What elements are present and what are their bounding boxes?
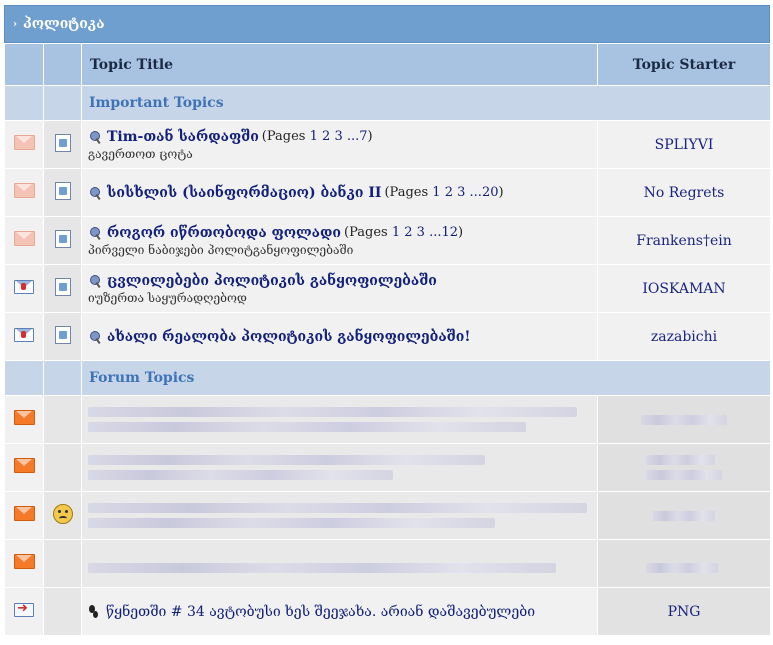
blurred-starter-cell [597, 491, 771, 540]
topic-pages: (Pages 1 2 3 ...20) [384, 185, 504, 200]
table-row [4, 491, 771, 540]
blurred-starter-cell [597, 443, 771, 492]
topic-cell: ცვლილებები პოლიტიკის განყოფილებაში იუზერ… [81, 264, 598, 313]
topic-starter-link[interactable]: SPLIYVI [597, 120, 771, 169]
topic-cell: ახალი რეალობა პოლიტიკის განყოფილებაში! [81, 312, 598, 361]
envelope-read-icon [13, 135, 35, 150]
page-link[interactable]: ...20 [470, 185, 499, 200]
forum-title: პოლიტიკა [23, 16, 105, 32]
topic-title-link[interactable]: სისხლის (საინფორმაციო) ბანკი II [107, 185, 381, 201]
table-header-row: Topic Title Topic Starter [4, 43, 771, 86]
topic-doc-icon [54, 325, 71, 344]
topic-cell: წყნეთში # 34 ავტობუსი ხეს შეეჯახა. არიან… [81, 587, 598, 636]
table-row: წყნეთში # 34 ავტობუსი ხეს შეეჯახა. არიან… [4, 587, 771, 636]
table-row [4, 443, 771, 492]
table-row: როგორ იწრთობოდა ფოლადი (Pages 1 2 3 ...1… [4, 216, 771, 265]
envelope-new-icon [13, 410, 35, 425]
topic-title-link[interactable]: ცვლილებები პოლიტიკის განყოფილებაში [107, 273, 437, 289]
topic-cell: სისხლის (საინფორმაციო) ბანკი II (Pages 1… [81, 168, 598, 217]
pin-icon [88, 130, 102, 144]
topic-starter-header[interactable]: Topic Starter [597, 43, 771, 86]
envelope-locked-icon [14, 279, 34, 294]
page-link[interactable]: 2 [322, 129, 330, 144]
blurred-topic-cell [81, 395, 598, 444]
table-row [4, 395, 771, 444]
envelope-locked-icon [14, 327, 34, 342]
topic-title-link[interactable]: წყნეთში # 34 ავტობუსი ხეს შეეჯახა. არიან… [106, 604, 535, 620]
blurred-starter-cell [597, 539, 771, 588]
angry-face-icon [52, 503, 73, 524]
icon-col-header [43, 43, 82, 86]
table-row: ცვლილებები პოლიტიკის განყოფილებაში იუზერ… [4, 264, 771, 313]
topic-title-link[interactable]: ახალი რეალობა პოლიტიკის განყოფილებაში! [107, 329, 470, 345]
page-link[interactable]: 3 [417, 225, 425, 240]
envelope-new-icon [13, 458, 35, 473]
topic-pages: (Pages 1 2 3 ...7) [261, 129, 373, 144]
moved-topic-icon [14, 601, 34, 617]
topic-doc-icon [54, 229, 71, 248]
topic-starter-link[interactable]: zazabichi [597, 312, 771, 361]
table-row: სისხლის (საინფორმაციო) ბანკი II (Pages 1… [4, 168, 771, 217]
topic-description: იუზერთა საყურადღებოდ [88, 290, 247, 305]
envelope-new-icon [13, 554, 35, 569]
page-link[interactable]: 3 [334, 129, 342, 144]
table-row [4, 539, 771, 588]
pin-icon [88, 274, 102, 288]
topic-description: პირველი ნაბიჯები პოლიტგანყოფილებაში [88, 242, 354, 257]
collapse-arrow-icon[interactable]: › [13, 19, 17, 30]
topic-doc-icon [54, 133, 71, 152]
envelope-new-icon [13, 506, 35, 521]
topic-title-link[interactable]: Tim-თან სარდაფში [107, 129, 259, 145]
topic-starter-link[interactable]: PNG [597, 587, 771, 636]
blurred-starter-cell [597, 395, 771, 444]
topic-pages: (Pages 1 2 3 ...12) [344, 225, 464, 240]
topic-starter-link[interactable]: No Regrets [597, 168, 771, 217]
page-link[interactable]: 3 [457, 185, 465, 200]
forum-title-bar[interactable]: › პოლიტიკა [4, 5, 770, 43]
pin-icon [88, 226, 102, 240]
topic-doc-icon [54, 277, 71, 296]
section-row-forum: Forum Topics [4, 360, 771, 396]
section-label-important: Important Topics [81, 85, 771, 121]
page-link[interactable]: 1 [432, 185, 440, 200]
status-col-header [4, 43, 44, 86]
envelope-read-icon [13, 231, 35, 246]
section-row-important: Important Topics [4, 85, 771, 121]
topic-starter-link[interactable]: IOSKAMAN [597, 264, 771, 313]
page-link[interactable]: 1 [310, 129, 318, 144]
topic-cell: როგორ იწრთობოდა ფოლადი (Pages 1 2 3 ...1… [81, 216, 598, 265]
topic-description: გავერთოთ ცოტა [88, 146, 193, 161]
topic-starter-link[interactable]: Frankens†ein [597, 216, 771, 265]
topics-table: Topic Title Topic Starter Important Topi… [4, 43, 771, 636]
blurred-topic-cell [81, 491, 598, 540]
footprint-icon [88, 604, 100, 619]
blurred-topic-cell [81, 443, 598, 492]
topic-title-header[interactable]: Topic Title [81, 43, 598, 86]
page-link[interactable]: 2 [404, 225, 412, 240]
page-link[interactable]: ...7 [347, 129, 368, 144]
topic-title-link[interactable]: როგორ იწრთობოდა ფოლადი [107, 225, 341, 241]
envelope-read-icon [13, 183, 35, 198]
section-label-forum: Forum Topics [81, 360, 771, 396]
page-link[interactable]: 1 [392, 225, 400, 240]
topic-cell: Tim-თან სარდაფში (Pages 1 2 3 ...7) გავე… [81, 120, 598, 169]
table-row: Tim-თან სარდაფში (Pages 1 2 3 ...7) გავე… [4, 120, 771, 169]
page-link[interactable]: ...12 [429, 225, 458, 240]
table-row: ახალი რეალობა პოლიტიკის განყოფილებაში! z… [4, 312, 771, 361]
pin-icon [88, 186, 102, 200]
forum-block: › პოლიტიკა Topic Title Topic Starter Imp… [4, 5, 771, 636]
topic-doc-icon [54, 181, 71, 200]
blurred-topic-cell [81, 539, 598, 588]
pin-icon [88, 330, 102, 344]
page-link[interactable]: 2 [445, 185, 453, 200]
